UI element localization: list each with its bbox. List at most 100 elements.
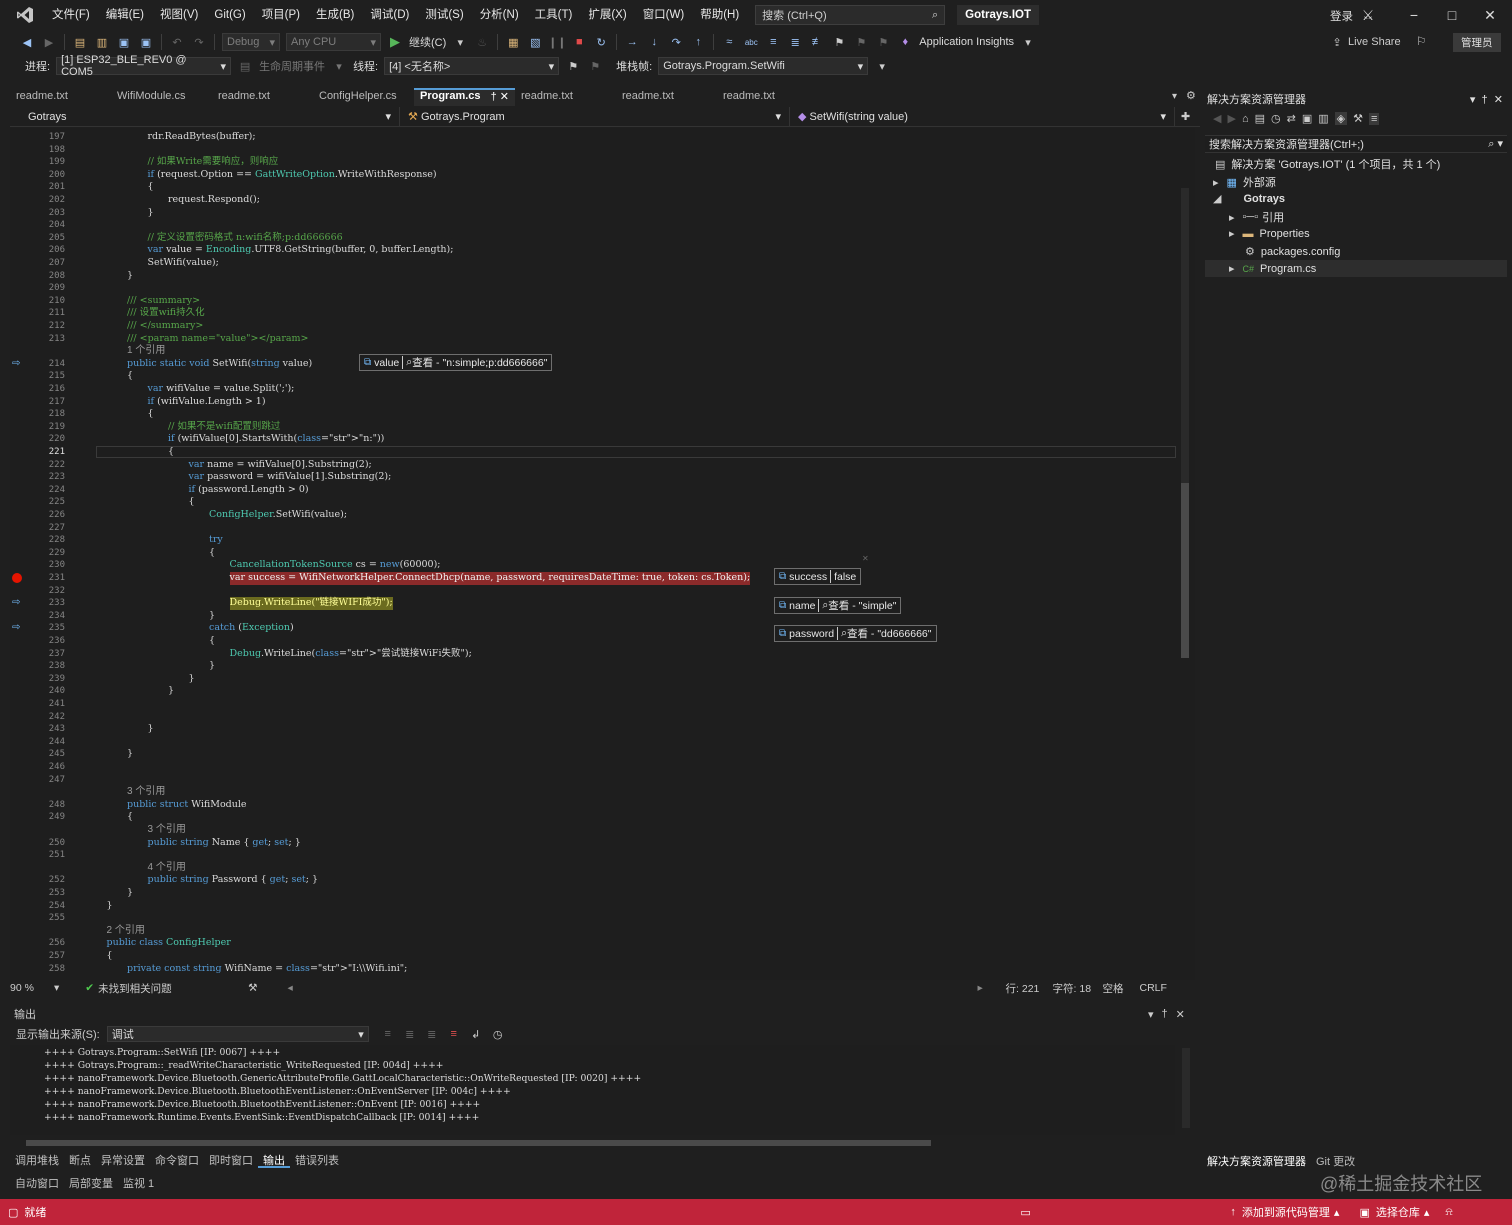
type-dropdown[interactable]: ⚒ Gotrays.Program ▾	[400, 106, 790, 127]
clock-icon[interactable]: ◷	[490, 1026, 506, 1042]
col-indicator[interactable]: 字符: 18	[1053, 981, 1103, 996]
step-over-icon[interactable]: ↷	[668, 34, 684, 50]
next-bookmark-icon[interactable]: ⚑	[875, 34, 891, 50]
se-forward-icon[interactable]: ▶	[1227, 112, 1235, 125]
menu-item[interactable]: 项目(P)	[254, 0, 308, 30]
show-flagged-icon[interactable]: ⚑	[587, 58, 603, 74]
eol-indicator[interactable]: CRLF	[1140, 982, 1167, 994]
spellcheck-icon[interactable]: abc	[743, 34, 759, 50]
tab-readme-txt[interactable]: readme.txt	[10, 88, 111, 106]
format-icon[interactable]: ≡	[765, 34, 781, 50]
add-source-control-button[interactable]: 添加到源代码管理	[1242, 1204, 1330, 1220]
editor-scrollbar-thumb[interactable]	[1181, 483, 1189, 658]
tab-readme-txt[interactable]: readme.txt	[616, 88, 717, 106]
settings-gear-icon[interactable]: ⚙	[1186, 89, 1196, 102]
tab-readme-txt[interactable]: readme.txt	[515, 88, 616, 106]
menu-item[interactable]: 编辑(E)	[98, 0, 152, 30]
feedback-icon[interactable]: ⚐	[1416, 34, 1426, 48]
se-sync-icon[interactable]: ⇄	[1287, 112, 1296, 125]
bottom-tab[interactable]: 错误列表	[290, 1152, 344, 1168]
prev-bookmark-icon[interactable]: ⚑	[853, 34, 869, 50]
thread-dropdown[interactable]: [4] <无名称> ▾	[384, 57, 560, 75]
menu-item[interactable]: 扩展(X)	[580, 0, 634, 30]
comment-icon[interactable]: ≣	[787, 34, 803, 50]
close-window-icon[interactable]: ✕	[1480, 5, 1500, 25]
datatip-name[interactable]: ⧉ name ⌕ 查看 - "simple"	[774, 597, 902, 614]
pin-icon[interactable]: †	[1162, 1008, 1168, 1020]
continue-dropdown-icon[interactable]: ▾	[452, 34, 468, 50]
menu-item[interactable]: Git(G)	[206, 0, 253, 30]
open-icon[interactable]: ▥	[94, 34, 110, 50]
restart-icon[interactable]: ↻	[593, 34, 609, 50]
datatip-success[interactable]: ⧉ success false	[774, 568, 862, 585]
se-packages-node[interactable]: ⚙ packages.config	[1245, 245, 1340, 259]
dotnet-icon[interactable]: ▭	[1020, 1206, 1230, 1219]
redo-icon[interactable]: ↷	[191, 34, 207, 50]
codelens-references[interactable]: 1 个引用	[127, 345, 165, 358]
menu-item[interactable]: 文件(F)	[44, 0, 98, 30]
bookmark-icon[interactable]: ⚑	[831, 34, 847, 50]
menu-item[interactable]: 调试(D)	[362, 0, 417, 30]
tab-readme-txt[interactable]: readme.txt	[717, 88, 818, 106]
output-source-dropdown[interactable]: 调试 ▾	[106, 1026, 369, 1042]
pin-icon[interactable]: †	[491, 91, 497, 103]
se-search-input[interactable]: 搜索解决方案资源管理器(Ctrl+;) ⌕ ▾	[1205, 135, 1507, 153]
live-share-button[interactable]: ⇪ Live Share	[1326, 34, 1400, 50]
hot-reload-icon[interactable]: ♨	[474, 34, 490, 50]
se-properties-node[interactable]: ▸ ▬ Properties	[1229, 227, 1310, 241]
flag-thread-icon[interactable]: ⚑	[565, 58, 581, 74]
se-project-node[interactable]: ◢ Gotrays	[1213, 192, 1285, 206]
scroll-left-icon[interactable]: ◂	[288, 982, 978, 994]
minimize-icon[interactable]: −	[1404, 5, 1424, 25]
undo-icon[interactable]: ↶	[169, 34, 185, 50]
codelens-references[interactable]: 2 个引用	[107, 925, 145, 938]
se-program-node[interactable]: ▸ C# Program.cs	[1205, 260, 1507, 277]
se-show-all-files-icon[interactable]: ▥	[1318, 112, 1328, 125]
show-next-statement-icon[interactable]: →	[624, 34, 640, 50]
datatip-password[interactable]: ⧉ password ⌕ 查看 - "dd666666"	[774, 625, 937, 642]
menu-item[interactable]: 生成(B)	[308, 0, 362, 30]
scroll-right-icon[interactable]: ▸	[978, 982, 1006, 994]
split-editor-icon[interactable]: ✚	[1175, 110, 1190, 123]
tab-close-icon[interactable]: ✕	[500, 91, 509, 103]
code-cleanup-icon[interactable]: ⚒	[248, 982, 257, 994]
se-pin-icon[interactable]: †	[1482, 94, 1488, 106]
codelens-references[interactable]: 3 个引用	[148, 824, 186, 837]
continue-button[interactable]: 继续(C)	[409, 34, 446, 50]
lifecycle-icon[interactable]: ▤	[237, 58, 253, 74]
se-properties-icon[interactable]: ⚒	[1353, 112, 1363, 125]
code-editor[interactable]: 197 198 199 200 201 202 203 204 205 206 207 208 209 2…	[10, 128, 1195, 980]
issues-status[interactable]: 未找到相关问题	[98, 981, 248, 996]
search-input[interactable]: 搜索 (Ctrl+Q) ⌕	[755, 5, 946, 25]
debug-tab[interactable]: 局部变量	[64, 1175, 118, 1191]
forward-icon[interactable]: ▶	[41, 34, 57, 50]
expand-arrow-icon[interactable]: ▸	[1229, 262, 1235, 275]
find-message-icon[interactable]: ≡	[380, 1026, 396, 1042]
browser-icon[interactable]: ▦	[505, 34, 521, 50]
se-switch-views-icon[interactable]: ▤	[1255, 112, 1265, 125]
back-icon[interactable]: ◀	[19, 34, 35, 50]
project-dropdown[interactable]: Gotrays ▾	[10, 106, 400, 127]
bottom-tab[interactable]: 异常设置	[96, 1152, 150, 1168]
datatip-value[interactable]: ⧉ value ⌕ 查看 - "n:simple;p:dd666666"	[359, 354, 553, 371]
configuration-dropdown[interactable]: Debug ▾	[222, 33, 280, 51]
uncomment-icon[interactable]: ≢	[809, 34, 825, 50]
notifications-bell-icon[interactable]: ⍾	[1445, 1206, 1452, 1219]
se-pending-changes-icon[interactable]: ◷	[1271, 112, 1281, 125]
se-back-icon[interactable]: ◀	[1213, 112, 1221, 125]
se-close-icon[interactable]: ✕	[1494, 94, 1503, 106]
se-references-node[interactable]: ▸ ▫─▫ 引用	[1229, 209, 1284, 225]
step-into-icon[interactable]: ↓	[646, 34, 662, 50]
window-layout-icon[interactable]: ▧	[527, 34, 543, 50]
se-home-icon[interactable]: ⌂	[1242, 113, 1249, 125]
save-all-icon[interactable]: ▣	[138, 34, 154, 50]
prev-message-icon[interactable]: ≣	[402, 1026, 418, 1042]
maximize-icon[interactable]: □	[1442, 5, 1462, 25]
codelens-references[interactable]: 3 个引用	[127, 786, 165, 799]
expand-arrow-icon[interactable]: ▸	[1229, 227, 1235, 240]
lifecycle-events-button[interactable]: 生命周期事件	[259, 58, 325, 74]
se-collapse-icon[interactable]: ▣	[1302, 112, 1312, 125]
new-project-icon[interactable]: ▤	[72, 34, 88, 50]
tab-readme-txt[interactable]: readme.txt	[212, 88, 313, 106]
menu-item[interactable]: 测试(S)	[417, 0, 471, 30]
